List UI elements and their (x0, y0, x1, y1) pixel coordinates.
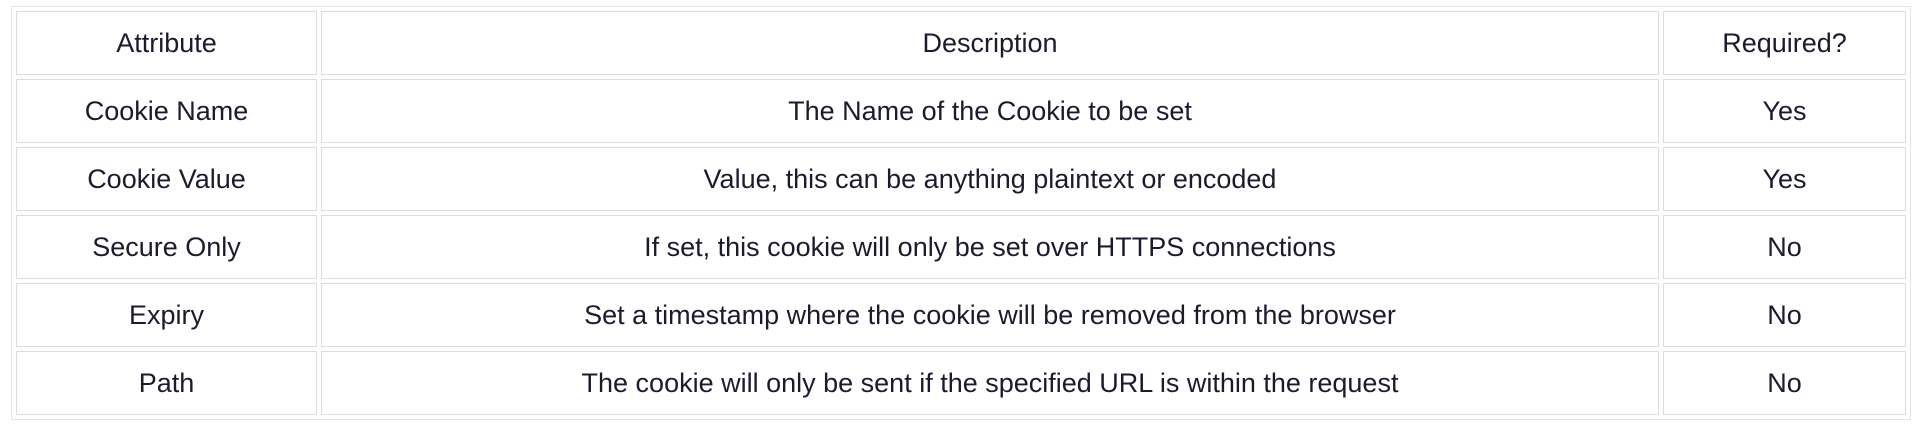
cell-required: No (1663, 283, 1906, 347)
cell-required: No (1663, 351, 1906, 415)
cell-required: Yes (1663, 147, 1906, 211)
cookie-attributes-table: Attribute Description Required? Cookie N… (11, 6, 1911, 420)
cell-description: The cookie will only be sent if the spec… (321, 351, 1659, 415)
cell-attribute: Expiry (16, 283, 317, 347)
cell-description: If set, this cookie will only be set ove… (321, 215, 1659, 279)
table-row: Secure Only If set, this cookie will onl… (16, 215, 1906, 279)
table-header-row: Attribute Description Required? (16, 11, 1906, 75)
cell-description: The Name of the Cookie to be set (321, 79, 1659, 143)
table-container: Attribute Description Required? Cookie N… (11, 6, 1911, 420)
cell-attribute: Cookie Value (16, 147, 317, 211)
table-row: Cookie Name The Name of the Cookie to be… (16, 79, 1906, 143)
cell-attribute: Path (16, 351, 317, 415)
cell-attribute: Cookie Name (16, 79, 317, 143)
cell-required: No (1663, 215, 1906, 279)
table-row: Path The cookie will only be sent if the… (16, 351, 1906, 415)
header-description: Description (321, 11, 1659, 75)
table-row: Expiry Set a timestamp where the cookie … (16, 283, 1906, 347)
cell-description: Value, this can be anything plaintext or… (321, 147, 1659, 211)
cell-required: Yes (1663, 79, 1906, 143)
header-required: Required? (1663, 11, 1906, 75)
header-attribute: Attribute (16, 11, 317, 75)
cell-attribute: Secure Only (16, 215, 317, 279)
cell-description: Set a timestamp where the cookie will be… (321, 283, 1659, 347)
table-row: Cookie Value Value, this can be anything… (16, 147, 1906, 211)
